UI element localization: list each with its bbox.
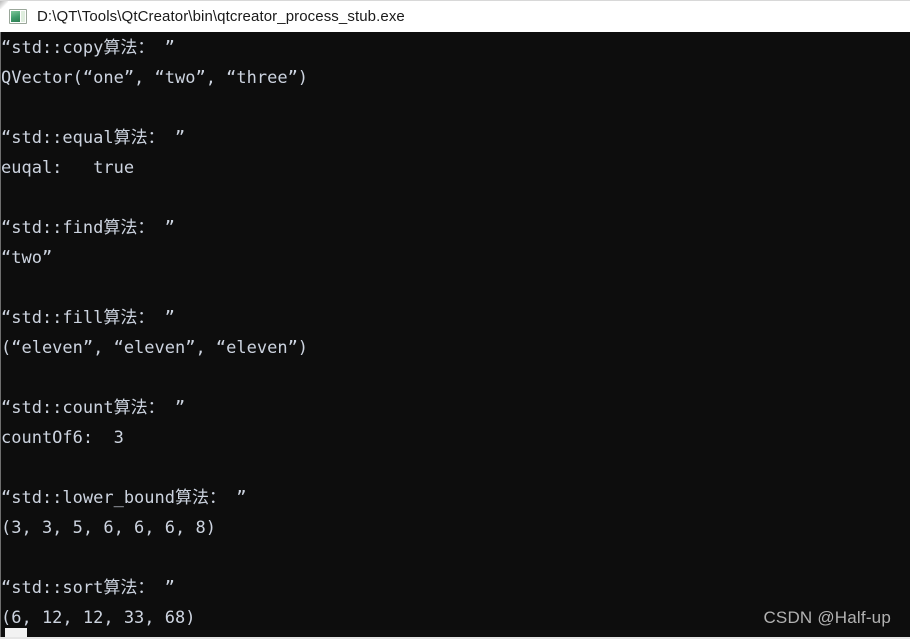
console-app-icon (9, 9, 27, 24)
console-output-area[interactable]: “std::copy算法： ”QVector(“one”, “two”, “th… (0, 32, 910, 639)
console-line: (“eleven”, “eleven”, “eleven”) (1, 338, 309, 358)
console-line: “std::sort算法： ” (1, 578, 175, 598)
console-line: “two” (1, 248, 53, 268)
window-title-bar[interactable]: D:\QT\Tools\QtCreator\bin\qtcreator_proc… (0, 0, 910, 32)
console-line: “std::find算法： ” (1, 218, 175, 238)
console-line: “std::fill算法： ” (1, 308, 175, 328)
console-line: “std::lower_bound算法： ” (1, 488, 247, 508)
console-line: “std::count算法： ” (1, 398, 186, 418)
console-window: D:\QT\Tools\QtCreator\bin\qtcreator_proc… (0, 0, 910, 639)
console-line: (3, 3, 5, 6, 6, 6, 8) (1, 518, 216, 538)
console-line: euqal: true (1, 158, 135, 178)
console-line: “std::equal算法： ” (1, 128, 186, 148)
window-title-text: D:\QT\Tools\QtCreator\bin\qtcreator_proc… (37, 7, 405, 25)
console-line: QVector(“one”, “two”, “three”) (1, 68, 309, 88)
window-left-edge (0, 32, 1, 639)
console-line-list: “std::copy算法： ”QVector(“one”, “two”, “th… (0, 33, 910, 639)
console-app-icon-left-pane (11, 11, 20, 22)
console-app-icon-right-pane (21, 11, 25, 22)
watermark-label: CSDN @Half-up (763, 608, 891, 627)
console-line: countOf6: 3 (1, 428, 124, 448)
console-line: “std::copy算法： ” (1, 38, 175, 58)
